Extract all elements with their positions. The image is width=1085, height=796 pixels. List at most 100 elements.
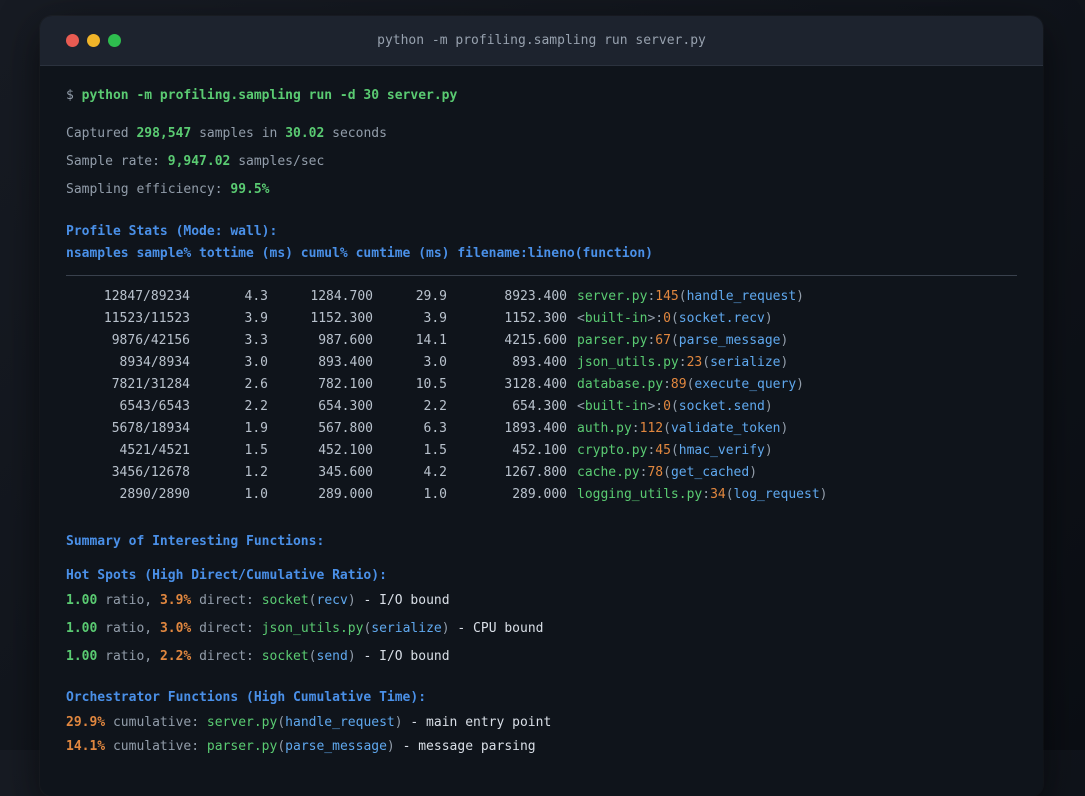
hot-spot-line: 1.00 ratio, 3.0% direct: json_utils.py(s… (66, 619, 1017, 639)
rate-value: 9,947.02 (167, 154, 231, 169)
rate-unit: samples/sec (238, 154, 325, 169)
cell-cumtime: 452.100 (512, 443, 567, 458)
cell-function: crypto.py:45(hmac_verify) (567, 440, 1017, 462)
text-segment: : (631, 421, 640, 436)
text-segment: server.py (206, 715, 278, 730)
text-segment: : (663, 377, 671, 392)
text-segment: ) (764, 399, 773, 414)
profile-stats-heading: Profile Stats (Mode: wall): (66, 224, 278, 239)
text-segment: socket (261, 593, 309, 608)
text-segment: ( (670, 443, 679, 458)
text-segment: 0 (663, 399, 671, 414)
cell-sample-pct: 1.5 (244, 443, 268, 458)
efficiency-line: Sampling efficiency: 99.5% (66, 180, 1017, 200)
profile-columns-header: nsamples sample% tottime (ms) cumul% cum… (66, 246, 653, 261)
text-segment: ( (670, 399, 679, 414)
text-segment: 89 (670, 377, 687, 392)
text-segment: logging_utils.py (577, 487, 703, 502)
hot-spot-line: 1.00 ratio, 2.2% direct: socket(send) - … (66, 647, 1017, 667)
text-segment: ) (796, 289, 804, 304)
text-segment: ) (394, 715, 403, 730)
cell-tottime: 452.100 (318, 443, 373, 458)
text-segment: ) (780, 333, 789, 348)
orchestrator-line: 29.9% cumulative: server.py(handle_reque… (66, 713, 1017, 733)
text-segment: ) (796, 377, 804, 392)
cell-tottime: 654.300 (318, 399, 373, 414)
table-row: 11523/11523 3.9 1152.300 3.9 1152.300 <built-… (66, 308, 1017, 330)
text-segment: 112 (639, 421, 664, 436)
cell-cumtime: 4215.600 (504, 333, 567, 348)
cell-cumtime: 289.000 (512, 487, 567, 502)
text-segment: - I/O bound (355, 593, 450, 608)
text-segment: ) (764, 311, 773, 326)
cell-tottime: 782.100 (318, 377, 373, 392)
text-segment: 3.0% (159, 621, 192, 636)
text-segment: ) (441, 621, 450, 636)
text-segment: get_cached (670, 465, 750, 480)
cell-tottime: 1284.700 (310, 289, 373, 304)
cell-sample-pct: 3.9 (244, 311, 268, 326)
profile-rows: 12847/89234 4.3 1284.700 29.9 8923.400 server… (66, 286, 1017, 506)
text-segment: ) (347, 649, 356, 664)
command-line: $ python -m profiling.sampling run -d 30… (66, 86, 1017, 106)
text-segment: ratio, (97, 649, 160, 664)
text-segment: ratio, (97, 593, 160, 608)
cell-cumul-pct: 1.5 (423, 443, 447, 458)
orchestrator-line: 14.1% cumulative: parser.py(parse_messag… (66, 737, 1017, 757)
text-segment: 14.1% (66, 739, 106, 754)
cell-tottime: 893.400 (318, 355, 373, 370)
hot-spots-list: 1.00 ratio, 3.9% direct: socket(recv) - … (66, 591, 1017, 667)
text-segment: ( (308, 649, 317, 664)
text-segment: ) (780, 421, 789, 436)
text-segment: direct: (191, 593, 262, 608)
cell-function: <built-in>:0(socket.recv) (567, 308, 1017, 330)
text-segment: validate_token (670, 421, 781, 436)
text-segment: parse_message (678, 333, 781, 348)
text-segment: 67 (655, 333, 671, 348)
table-row: 8934/8934 3.0 893.400 3.0 893.400 json_utils.… (66, 352, 1017, 374)
cell-cumul-pct: 4.2 (423, 465, 447, 480)
cell-cumtime: 893.400 (512, 355, 567, 370)
text-segment: : (702, 487, 711, 502)
cell-tottime: 289.000 (318, 487, 373, 502)
text-segment: : (678, 355, 687, 370)
text-segment: ) (764, 443, 773, 458)
capture-duration: 30.02 (285, 126, 325, 141)
cell-nsamples: 8934/8934 (119, 355, 190, 370)
text-segment: database.py (577, 377, 664, 392)
text-segment: ) (780, 355, 789, 370)
text-segment: ( (277, 715, 286, 730)
table-row: 3456/12678 1.2 345.600 4.2 1267.800 cache.py:… (66, 462, 1017, 484)
table-row: 5678/18934 1.9 567.800 6.3 1893.400 auth.py:1… (66, 418, 1017, 440)
table-row: 6543/6543 2.2 654.300 2.2 654.300 <built-in>:… (66, 396, 1017, 418)
cell-cumul-pct: 10.5 (415, 377, 447, 392)
table-row: 9876/42156 3.3 987.600 14.1 4215.600 parser.p… (66, 330, 1017, 352)
text-segment: parse_message (285, 739, 387, 754)
cell-cumtime: 8923.400 (504, 289, 567, 304)
table-row: 2890/2890 1.0 289.000 1.0 289.000 logging_uti… (66, 484, 1017, 506)
cell-cumtime: 1152.300 (504, 311, 567, 326)
seconds-label: seconds (332, 126, 387, 141)
titlebar: python -m profiling.sampling run server.… (40, 16, 1043, 66)
text-segment: ( (670, 311, 679, 326)
text-segment: parser.py (577, 333, 648, 348)
text-segment: - I/O bound (355, 649, 450, 664)
cell-cumtime: 1893.400 (504, 421, 567, 436)
text-segment: < (577, 399, 585, 414)
text-segment: 29.9% (66, 715, 106, 730)
cell-nsamples: 7821/31284 (111, 377, 190, 392)
cell-function: auth.py:112(validate_token) (567, 418, 1017, 440)
text-segment: 2.2% (159, 649, 192, 664)
text-segment: 78 (647, 465, 664, 480)
text-segment: json_utils.py (261, 621, 364, 636)
cell-sample-pct: 2.6 (244, 377, 268, 392)
text-segment: handle_request (686, 289, 797, 304)
text-segment: crypto.py (577, 443, 648, 458)
cell-function: cache.py:78(get_cached) (567, 462, 1017, 484)
table-row: 4521/4521 1.5 452.100 1.5 452.100 crypto.py:4… (66, 440, 1017, 462)
text-segment: hmac_verify (678, 443, 765, 458)
cell-tottime: 987.600 (318, 333, 373, 348)
cell-tottime: 1152.300 (310, 311, 373, 326)
cell-function: json_utils.py:23(serialize) (567, 352, 1017, 374)
cell-nsamples: 4521/4521 (119, 443, 190, 458)
